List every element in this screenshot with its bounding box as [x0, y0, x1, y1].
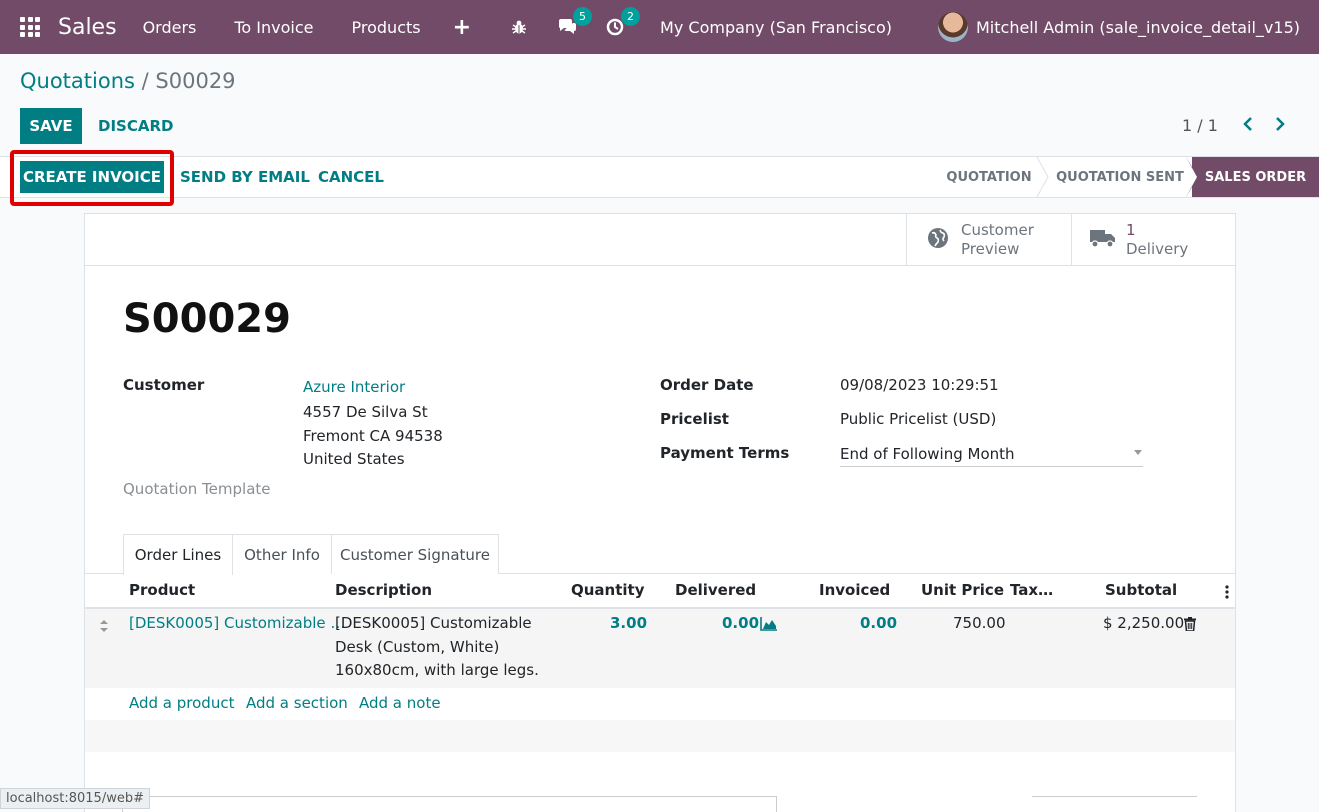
apps-menu-icon[interactable]	[20, 16, 42, 38]
truck-icon	[1090, 228, 1116, 253]
save-button[interactable]: SAVE	[20, 108, 82, 144]
col-subtotal[interactable]: Subtotal	[1105, 581, 1177, 599]
col-delivered[interactable]: Delivered	[675, 581, 756, 599]
app-name[interactable]: Sales	[58, 15, 117, 40]
breadcrumb-current: S00029	[155, 69, 236, 93]
add-product-link[interactable]: Add a product	[129, 694, 234, 712]
avatar[interactable]	[938, 12, 968, 42]
customer-preview-button[interactable]: Customer Preview	[906, 214, 1071, 266]
drag-handle-icon[interactable]	[99, 618, 109, 638]
col-unit-price[interactable]: Unit Price	[921, 581, 1004, 599]
pager-value[interactable]: 1 / 1	[1182, 116, 1218, 135]
row-invoiced[interactable]: 0.00	[860, 612, 897, 636]
activities-count-badge: 2	[621, 7, 641, 26]
messages-count-badge: 5	[573, 7, 593, 26]
trash-icon[interactable]	[1184, 617, 1196, 635]
payment-terms-select[interactable]: End of Following Month	[840, 445, 1015, 463]
row-unit-price[interactable]: 750.00	[953, 612, 1006, 636]
record-title: S00029	[123, 296, 291, 342]
plus-icon[interactable]: +	[453, 15, 471, 40]
tab-order-lines[interactable]: Order Lines	[123, 534, 233, 575]
row-subtotal: $ 2,250.00	[1103, 614, 1185, 632]
company-switcher[interactable]: My Company (San Francisco)	[660, 18, 892, 37]
highlight-box	[10, 150, 174, 206]
row-quantity[interactable]: 3.00	[610, 612, 647, 636]
add-section-link[interactable]: Add a section	[246, 694, 348, 712]
customer-address-street: 4557 De Silva St	[303, 403, 428, 421]
tab-other-info[interactable]: Other Info	[232, 534, 332, 574]
user-menu[interactable]: Mitchell Admin (sale_invoice_detail_v15)	[976, 18, 1300, 37]
delivery-count: 1	[1126, 221, 1136, 239]
activity-clock-icon[interactable]: 2	[604, 7, 641, 38]
preview-label-1: Customer	[961, 221, 1034, 239]
breadcrumb-quotations[interactable]: Quotations	[20, 69, 135, 93]
pricelist-value: Public Pricelist (USD)	[840, 410, 997, 428]
preview-label-2: Preview	[961, 240, 1020, 258]
stage-separator	[1036, 157, 1049, 197]
messages-icon[interactable]: 5	[556, 7, 593, 38]
order-date-label: Order Date	[660, 376, 754, 394]
totals-divider	[1032, 796, 1197, 797]
col-quantity[interactable]: Quantity	[571, 581, 645, 599]
payment-terms-label: Payment Terms	[660, 444, 790, 462]
breadcrumb-separator: /	[134, 69, 156, 93]
customer-label: Customer	[123, 376, 205, 394]
breadcrumb: Quotations / S00029	[20, 69, 236, 93]
tab-customer-signature[interactable]: Customer Signature	[331, 534, 499, 574]
forecast-chart-icon[interactable]	[760, 617, 778, 635]
menu-to-invoice[interactable]: To Invoice	[234, 18, 313, 37]
discard-button[interactable]: DISCARD	[98, 108, 173, 144]
cancel-button[interactable]: CANCEL	[318, 156, 384, 198]
delivery-label: Delivery	[1126, 240, 1189, 258]
col-product[interactable]: Product	[129, 581, 195, 599]
chevron-down-icon[interactable]	[1134, 450, 1142, 455]
col-description[interactable]: Description	[335, 581, 432, 599]
stage-quotation[interactable]: QUOTATION	[936, 157, 1042, 197]
row-delivered[interactable]: 0.00	[722, 612, 759, 636]
row-description-line2[interactable]: Desk (Custom, White)	[335, 636, 499, 660]
quotation-template-label: Quotation Template	[123, 480, 271, 498]
delivery-button[interactable]: 1 Delivery	[1071, 214, 1235, 266]
table-footer	[85, 720, 1235, 752]
smart-buttons-row: Customer Preview 1 Delivery	[85, 214, 1235, 266]
chevron-left-icon[interactable]	[1242, 113, 1254, 140]
globe-icon	[927, 227, 949, 254]
menu-products[interactable]: Products	[352, 18, 421, 37]
order-date-value: 09/08/2023 10:29:51	[840, 376, 999, 394]
stage-quotation-sent[interactable]: QUOTATION SENT	[1050, 157, 1190, 197]
payment-terms-underline	[840, 466, 1143, 467]
col-taxes[interactable]: Tax…	[1010, 581, 1053, 599]
bug-icon[interactable]	[508, 16, 530, 38]
col-invoiced[interactable]: Invoiced	[819, 581, 890, 599]
column-options-icon[interactable]	[1225, 585, 1229, 603]
terms-conditions-field[interactable]	[122, 796, 777, 812]
top-navbar: Sales Orders To Invoice Products + 5 2 M…	[0, 0, 1319, 54]
chevron-right-icon[interactable]	[1274, 113, 1286, 140]
row-description-line1[interactable]: [DESK0005] Customizable	[335, 612, 532, 636]
browser-status-url: localhost:8015/web#	[0, 788, 150, 809]
menu-orders[interactable]: Orders	[143, 18, 197, 37]
customer-link[interactable]: Azure Interior	[303, 378, 405, 396]
row-product[interactable]: [DESK0005] Customizable …	[129, 612, 345, 636]
stage-sales-order[interactable]: SALES ORDER	[1192, 157, 1319, 197]
pricelist-label: Pricelist	[660, 410, 729, 428]
send-by-email-button[interactable]: SEND BY EMAIL	[180, 156, 310, 198]
customer-address-country: United States	[303, 450, 405, 468]
customer-address-city: Fremont CA 94538	[303, 427, 443, 445]
stage-arrow-notch	[1186, 157, 1197, 197]
add-note-link[interactable]: Add a note	[359, 694, 441, 712]
row-description-line3[interactable]: 160x80cm, with large legs.	[335, 659, 539, 683]
